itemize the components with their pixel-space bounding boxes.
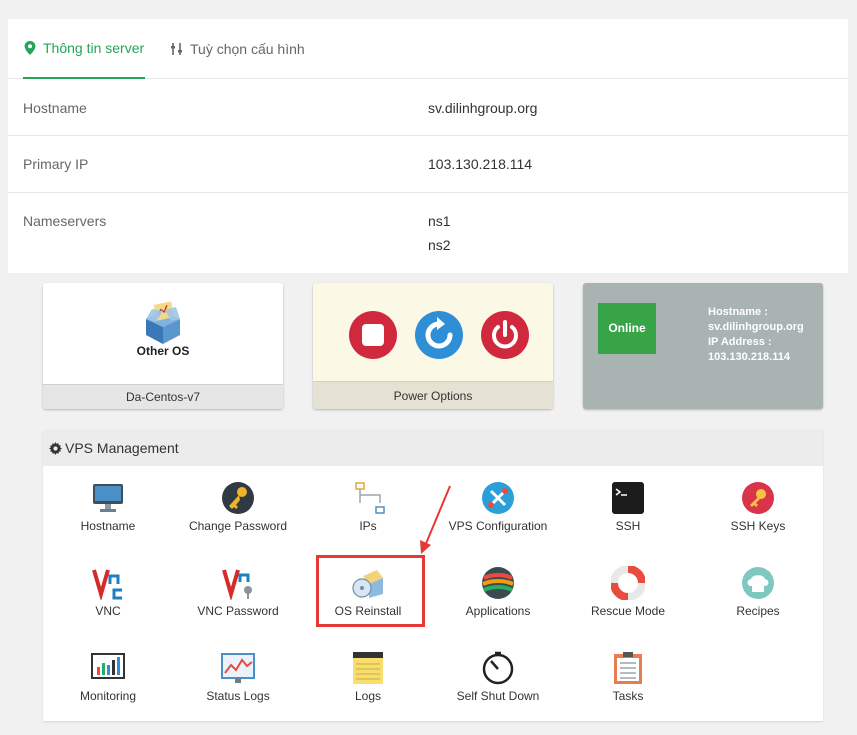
hostname-value: sv.dilinhgroup.org: [708, 321, 804, 333]
info-value: 103.130.218.114: [428, 156, 533, 172]
restart-button[interactable]: [415, 311, 463, 359]
tool-label: Rescue Mode: [590, 604, 666, 618]
ip-value: 103.130.218.114: [708, 351, 790, 363]
info-row-nameservers: Nameservers ns1 ns2: [8, 193, 848, 273]
tab-config-options[interactable]: Tuỳ chọn cấu hình: [170, 19, 305, 79]
stop-icon: [362, 324, 384, 346]
info-key: Nameservers: [23, 213, 107, 229]
status-details: Hostname : sv.dilinhgroup.org IP Address…: [708, 305, 804, 365]
tool-label: SSH: [615, 519, 641, 533]
vnc-password-icon: [221, 566, 255, 602]
chef-hat-icon: [741, 566, 775, 600]
info-row-hostname: Hostname sv.dilinhgroup.org: [8, 79, 848, 136]
info-value: sv.dilinhgroup.org: [428, 100, 538, 116]
tool-ips[interactable]: IPs: [303, 481, 433, 547]
power-icon: [492, 320, 518, 349]
tool-label: Logs: [354, 689, 382, 703]
power-box: Power Options: [313, 283, 553, 409]
tool-label: Tasks: [612, 689, 644, 703]
server-info-card: Thông tin server Tuỳ chọn cấu hình Hostn…: [8, 19, 848, 273]
annotation-arrow-icon: [420, 485, 451, 554]
monitor-icon: [91, 481, 125, 515]
monitoring-chart-icon: [91, 651, 125, 685]
info-value: ns1: [428, 213, 451, 229]
tool-status-logs[interactable]: Status Logs: [173, 651, 303, 717]
os-box-icon: [138, 297, 188, 345]
ssh-key-icon: [741, 481, 775, 515]
panel-header: VPS Management: [43, 430, 823, 466]
tool-monitoring[interactable]: Monitoring: [43, 651, 173, 717]
lifebuoy-icon: [610, 565, 646, 601]
stop-button[interactable]: [349, 311, 397, 359]
tool-ssh-keys[interactable]: SSH Keys: [693, 481, 823, 547]
applications-icon: [481, 566, 515, 600]
hostname-label: Hostname :: [708, 306, 768, 318]
status-logs-icon: [221, 651, 255, 685]
status-box: Online Hostname : sv.dilinhgroup.org IP …: [583, 283, 823, 409]
power-options-label: Power Options: [313, 381, 553, 409]
status-badge: Online: [598, 303, 656, 354]
restart-icon: [425, 317, 453, 349]
tab-label: Tuỳ chọn cấu hình: [190, 41, 305, 57]
info-key: Hostname: [23, 100, 87, 116]
tool-label: Applications: [465, 604, 531, 618]
tool-self-shut-down[interactable]: Self Shut Down: [433, 651, 563, 717]
map-pin-icon: [23, 41, 37, 55]
tasks-icon: [611, 651, 645, 685]
tool-recipes[interactable]: Recipes: [693, 566, 823, 632]
vps-management-panel: VPS Management Hostname Change Password …: [43, 430, 823, 721]
tool-hostname[interactable]: Hostname: [43, 481, 173, 547]
tool-logs[interactable]: Logs: [303, 651, 433, 717]
tool-ssh[interactable]: SSH: [563, 481, 693, 547]
tool-label: VNC: [95, 604, 121, 618]
timer-icon: [481, 651, 515, 685]
tools-icon: [481, 481, 515, 515]
tool-label: IPs: [359, 519, 377, 533]
vnc-icon: [91, 566, 125, 602]
os-template-label: Da-Centos-v7: [43, 384, 283, 409]
tab-bar: Thông tin server Tuỳ chọn cấu hình: [8, 19, 848, 79]
tool-applications[interactable]: Applications: [433, 566, 563, 632]
tool-rescue-mode[interactable]: Rescue Mode: [563, 565, 693, 632]
key-icon: [221, 481, 255, 515]
tool-label: Status Logs: [206, 689, 270, 703]
tool-vnc[interactable]: VNC: [43, 566, 173, 632]
tool-vnc-password[interactable]: VNC Password: [173, 566, 303, 632]
info-value: ns2: [428, 237, 451, 253]
sliders-icon: [170, 42, 184, 56]
ip-label: IP Address :: [708, 336, 772, 348]
tab-server-info[interactable]: Thông tin server: [23, 19, 145, 79]
notepad-icon: [351, 651, 385, 685]
gear-icon: [49, 441, 62, 455]
tool-change-password[interactable]: Change Password: [173, 481, 303, 547]
annotation-highlight-box: [316, 555, 425, 627]
network-icon: [351, 481, 385, 515]
tool-label: Change Password: [188, 519, 288, 533]
panel-title: VPS Management: [65, 440, 179, 456]
tool-label: SSH Keys: [730, 519, 786, 533]
terminal-icon: [611, 481, 645, 515]
tool-label: Monitoring: [79, 689, 137, 703]
tool-label: VNC Password: [197, 604, 279, 618]
info-key: Primary IP: [23, 156, 89, 172]
tab-label: Thông tin server: [43, 40, 145, 56]
tool-label: Self Shut Down: [456, 689, 540, 703]
info-row-primary-ip: Primary IP 103.130.218.114: [8, 136, 848, 193]
tool-label: Hostname: [80, 519, 136, 533]
tool-label: Recipes: [736, 604, 780, 618]
power-off-button[interactable]: [481, 311, 529, 359]
tool-tasks[interactable]: Tasks: [563, 651, 693, 717]
os-box: Other OS Da-Centos-v7: [43, 283, 283, 409]
os-name: Other OS: [136, 344, 190, 358]
